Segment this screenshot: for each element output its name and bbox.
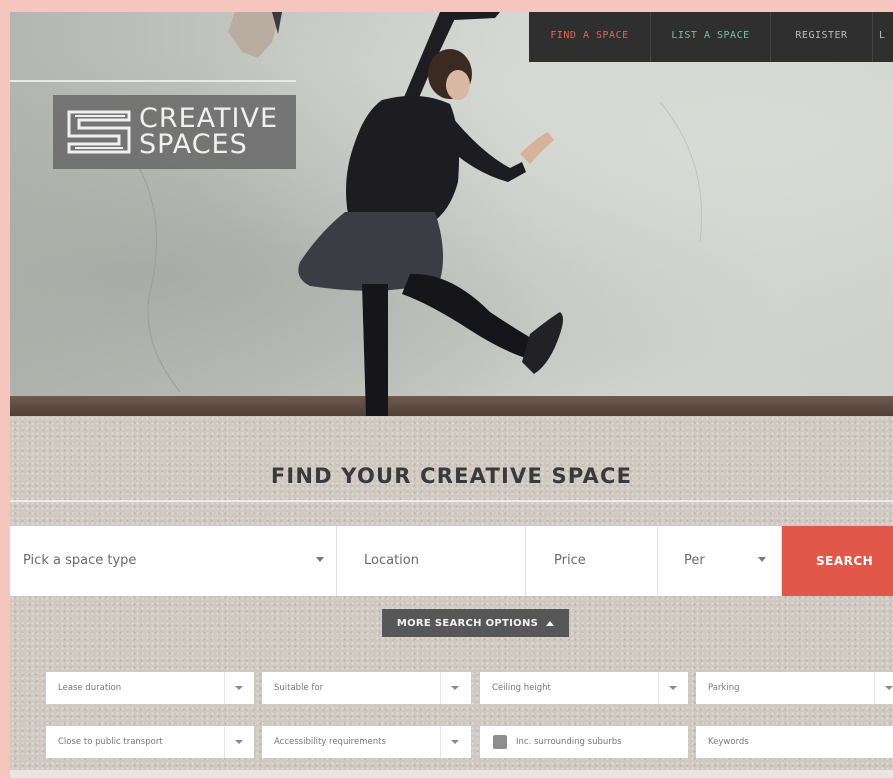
select-divider (658, 672, 659, 704)
suitable-for-label: Suitable for (274, 683, 324, 693)
hero-banner: CREATIVE SPACES FIND A SPACE LIST A SPAC… (10, 12, 893, 416)
dancer-photo (129, 12, 703, 416)
suitable-for-select[interactable]: Suitable for (262, 672, 471, 704)
select-divider (440, 672, 441, 704)
chevron-down-icon (451, 740, 459, 744)
section-title: FIND YOUR CREATIVE SPACE (270, 464, 633, 488)
select-divider (224, 672, 225, 704)
public-transport-select[interactable]: Close to public transport (46, 726, 254, 758)
select-divider (440, 726, 441, 758)
results-strip (10, 770, 893, 778)
ceiling-height-select[interactable]: Ceiling height (480, 672, 688, 704)
nav-find-a-space[interactable]: FIND A SPACE (529, 12, 651, 62)
select-divider (874, 672, 875, 704)
chevron-down-icon (885, 686, 893, 690)
ceiling-height-label: Ceiling height (492, 683, 551, 693)
parking-select[interactable]: Parking (696, 672, 893, 704)
chevron-down-icon (669, 686, 677, 690)
keywords-placeholder: Keywords (708, 737, 749, 747)
chevron-up-icon (546, 620, 555, 626)
surrounding-suburbs-checkbox[interactable]: Inc. surrounding suburbs (480, 726, 688, 758)
checkbox-icon[interactable] (493, 735, 507, 749)
chevron-down-icon (235, 686, 243, 690)
search-bar: Pick a space type Location Price Per SEA… (10, 526, 893, 596)
chevron-down-icon (235, 740, 243, 744)
select-divider (224, 726, 225, 758)
lease-duration-select[interactable]: Lease duration (46, 672, 254, 704)
price-input[interactable]: Price (526, 526, 658, 596)
search-section: FIND YOUR CREATIVE SPACE Pick a space ty… (10, 416, 893, 778)
nav-list-a-space[interactable]: LIST A SPACE (651, 12, 771, 62)
space-type-value: Pick a space type (23, 553, 137, 568)
site-logo[interactable]: CREATIVE SPACES (53, 95, 296, 169)
page-frame: CREATIVE SPACES FIND A SPACE LIST A SPAC… (10, 12, 893, 778)
public-transport-label: Close to public transport (58, 737, 163, 747)
chevron-down-icon (316, 557, 324, 562)
per-value: Per (684, 553, 705, 568)
accessibility-label: Accessibility requirements (274, 737, 386, 747)
logo-line-2: SPACES (139, 129, 248, 160)
location-placeholder: Location (364, 553, 419, 568)
accessibility-select[interactable]: Accessibility requirements (262, 726, 471, 758)
lease-duration-label: Lease duration (58, 683, 122, 693)
logo-wordmark: CREATIVE SPACES (139, 105, 278, 160)
chevron-down-icon (451, 686, 459, 690)
surrounding-suburbs-label: Inc. surrounding suburbs (516, 737, 622, 747)
top-nav: FIND A SPACE LIST A SPACE REGISTER L (529, 12, 893, 62)
nav-register[interactable]: REGISTER (771, 12, 873, 62)
chevron-down-icon (758, 557, 766, 562)
space-type-select[interactable]: Pick a space type (10, 526, 337, 596)
per-select[interactable]: Per (658, 526, 782, 596)
more-options-label: MORE SEARCH OPTIONS (396, 617, 539, 629)
logo-mark-icon (67, 110, 131, 154)
keywords-input[interactable]: Keywords (696, 726, 893, 758)
more-search-options-button[interactable]: MORE SEARCH OPTIONS (382, 609, 569, 637)
title-divider (10, 500, 893, 502)
logo-rule (10, 80, 296, 82)
nav-login[interactable]: L (873, 12, 893, 62)
parking-label: Parking (708, 683, 740, 693)
price-placeholder: Price (554, 553, 586, 568)
search-button[interactable]: SEARCH (782, 526, 893, 596)
location-input[interactable]: Location (337, 526, 526, 596)
